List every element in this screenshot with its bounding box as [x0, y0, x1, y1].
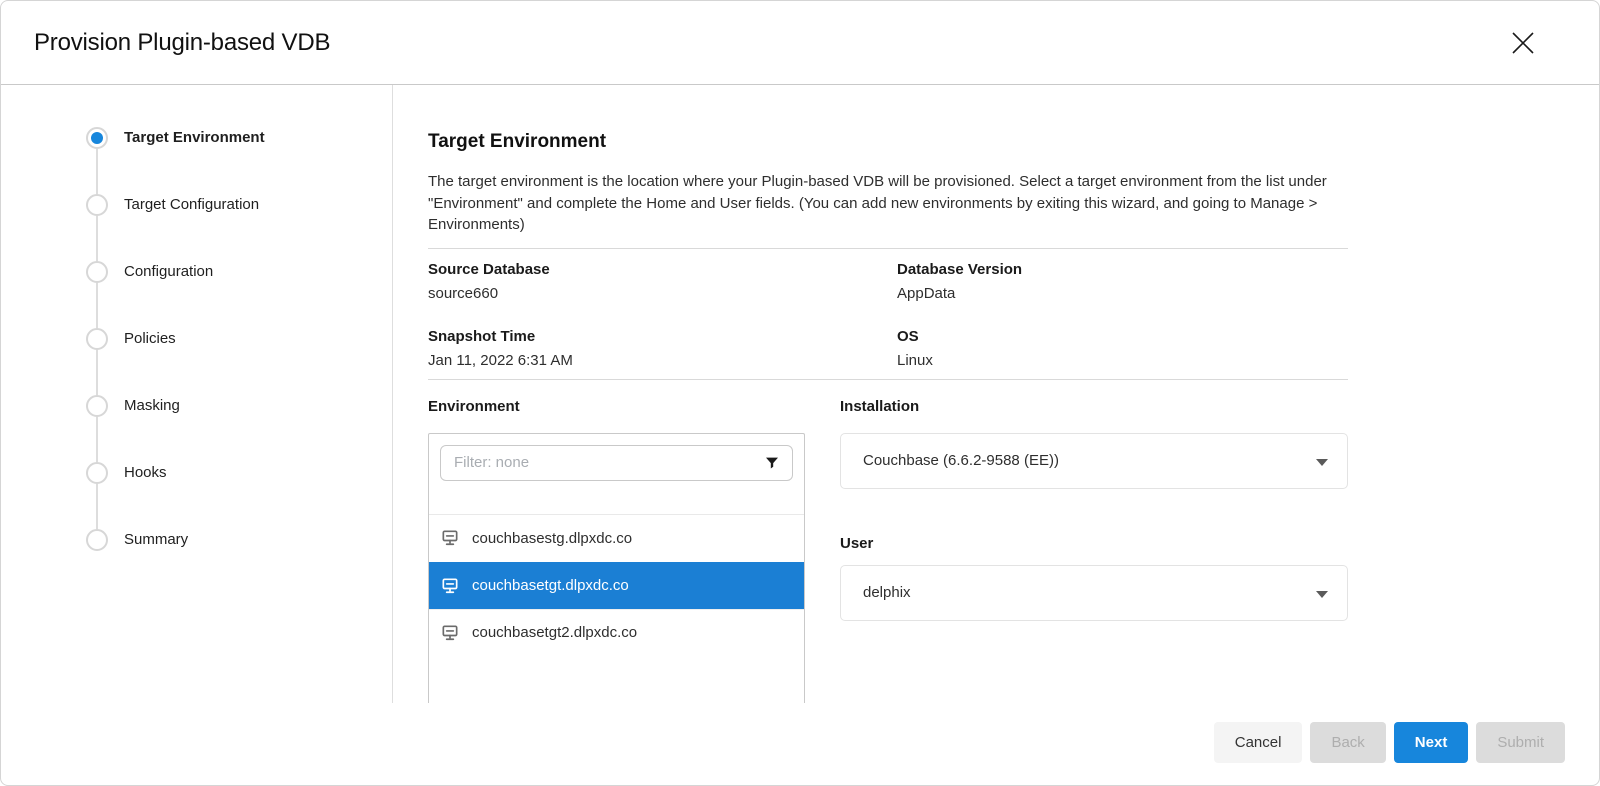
- env-item-label: couchbasetgt.dlpxdc.co: [472, 577, 629, 594]
- env-item-couchbasestg[interactable]: couchbasestg.dlpxdc.co: [429, 515, 804, 562]
- step-label: Target Configuration: [124, 196, 259, 213]
- dialog-title: Provision Plugin-based VDB: [34, 29, 330, 57]
- step-masking[interactable]: Masking: [1, 372, 392, 439]
- env-item-label: couchbasetgt2.dlpxdc.co: [472, 624, 637, 641]
- step-label: Policies: [124, 330, 176, 347]
- user-selected-value: delphix: [863, 584, 911, 601]
- env-item-couchbasetgt2[interactable]: couchbasetgt2.dlpxdc.co: [429, 609, 804, 656]
- step-dot: [86, 462, 108, 484]
- installation-label: Installation: [840, 398, 1348, 415]
- environment-list: couchbasestg.dlpxdc.co couchbasetgt.dlpx…: [428, 433, 805, 704]
- step-dot: [86, 328, 108, 350]
- cancel-button[interactable]: Cancel: [1214, 722, 1303, 763]
- info-value: Linux: [897, 352, 1348, 369]
- user-select[interactable]: delphix: [840, 565, 1348, 621]
- close-icon: [1510, 30, 1536, 56]
- step-target-configuration[interactable]: Target Configuration: [1, 171, 392, 238]
- dialog-header: Provision Plugin-based VDB: [1, 1, 1599, 85]
- host-monitor-icon: [440, 576, 460, 596]
- info-os: OS Linux: [897, 328, 1348, 369]
- info-value: AppData: [897, 285, 1348, 302]
- env-item-label: couchbasestg.dlpxdc.co: [472, 530, 632, 547]
- step-configuration[interactable]: Configuration: [1, 238, 392, 305]
- step-summary[interactable]: Summary: [1, 506, 392, 573]
- installation-selected-value: Couchbase (6.6.2-9588 (EE)): [863, 452, 1059, 469]
- step-label: Target Environment: [124, 129, 265, 146]
- divider: [428, 379, 1348, 380]
- info-source-database: Source Database source660: [428, 261, 897, 302]
- info-snapshot-time: Snapshot Time Jan 11, 2022 6:31 AM: [428, 328, 897, 369]
- environment-filter: [429, 434, 804, 481]
- wizard-stepper: Target Environment Target Configuration …: [1, 85, 393, 703]
- environment-label: Environment: [428, 398, 520, 415]
- step-policies[interactable]: Policies: [1, 305, 392, 372]
- installation-select[interactable]: Couchbase (6.6.2-9588 (EE)): [840, 433, 1348, 489]
- step-label: Hooks: [124, 464, 167, 481]
- info-label: Database Version: [897, 261, 1348, 278]
- filter-funnel-icon[interactable]: [764, 455, 780, 476]
- environment-rows: couchbasestg.dlpxdc.co couchbasetgt.dlpx…: [429, 514, 804, 656]
- main-content: Target Environment The target environmen…: [393, 85, 1599, 703]
- next-button[interactable]: Next: [1394, 722, 1469, 763]
- host-monitor-icon: [440, 528, 460, 548]
- provision-vdb-dialog: Provision Plugin-based VDB Target Enviro…: [0, 0, 1600, 786]
- field-labels-row: Environment Installation: [428, 398, 1348, 416]
- step-dot: [86, 261, 108, 283]
- info-value: Jan 11, 2022 6:31 AM: [428, 352, 897, 369]
- step-dot: [86, 395, 108, 417]
- dialog-footer: Cancel Back Next Submit: [1, 703, 1599, 785]
- close-button[interactable]: [1507, 27, 1539, 59]
- info-label: Source Database: [428, 261, 897, 278]
- step-dot-active: [86, 127, 108, 149]
- submit-button[interactable]: Submit: [1476, 722, 1565, 763]
- step-hooks[interactable]: Hooks: [1, 439, 392, 506]
- step-label: Summary: [124, 531, 188, 548]
- source-info-grid: Source Database source660 Database Versi…: [428, 249, 1348, 379]
- host-monitor-icon: [440, 623, 460, 643]
- step-dot: [86, 194, 108, 216]
- user-label: User: [840, 535, 1348, 552]
- back-button[interactable]: Back: [1310, 722, 1385, 763]
- step-label: Masking: [124, 397, 180, 414]
- chevron-down-icon: [1316, 591, 1328, 598]
- info-label: OS: [897, 328, 1348, 345]
- info-database-version: Database Version AppData: [897, 261, 1348, 302]
- info-label: Snapshot Time: [428, 328, 897, 345]
- environment-filter-input[interactable]: [440, 445, 793, 481]
- chevron-down-icon: [1316, 459, 1328, 466]
- env-item-couchbasetgt[interactable]: couchbasetgt.dlpxdc.co: [429, 562, 804, 609]
- section-description: The target environment is the location w…: [428, 171, 1346, 236]
- step-dot: [86, 529, 108, 551]
- dialog-body: Target Environment Target Configuration …: [1, 85, 1599, 703]
- step-target-environment[interactable]: Target Environment: [1, 104, 392, 171]
- form-row: couchbasestg.dlpxdc.co couchbasetgt.dlpx…: [428, 433, 1348, 704]
- step-label: Configuration: [124, 263, 213, 280]
- info-value: source660: [428, 285, 897, 302]
- section-title: Target Environment: [428, 131, 1348, 153]
